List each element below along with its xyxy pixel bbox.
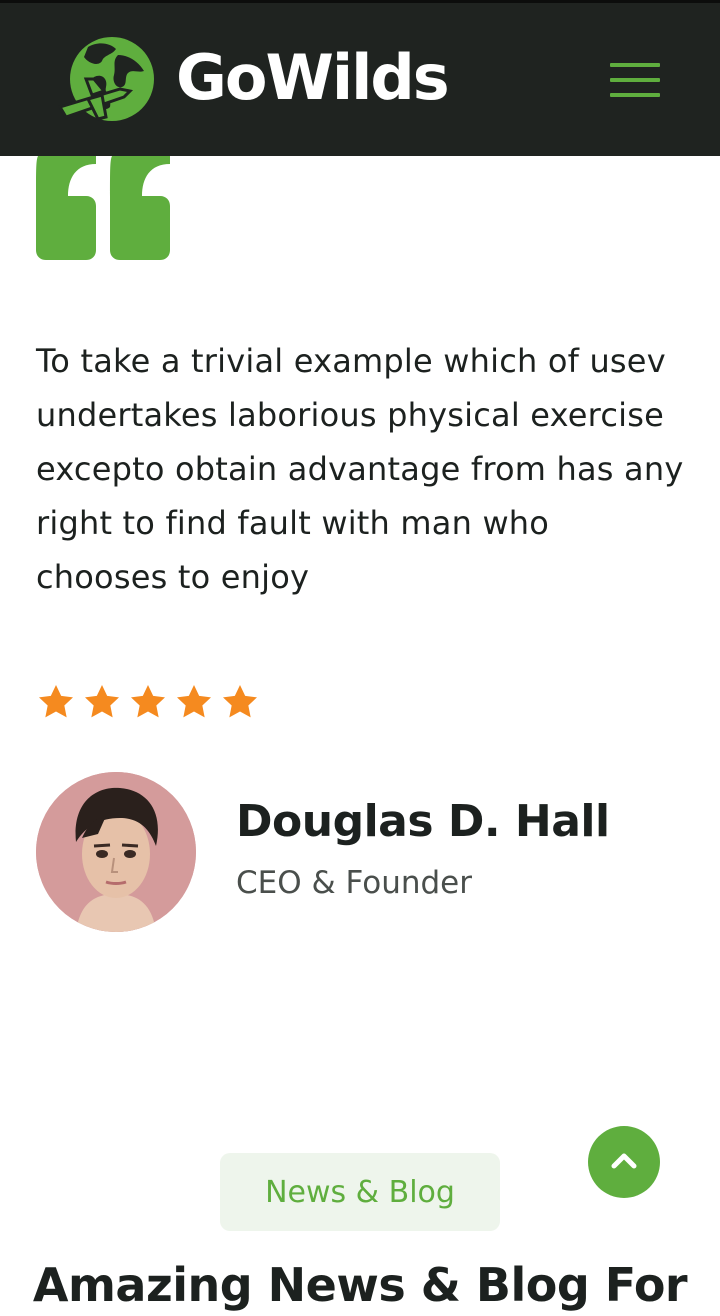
brand-name[interactable]: GoWilds	[176, 47, 450, 109]
quote-mark-icon	[36, 156, 172, 260]
testimonial-text: To take a trivial example which of usev …	[36, 342, 684, 596]
star-icon	[85, 685, 119, 718]
avatar	[36, 772, 196, 932]
star-icon	[223, 685, 257, 718]
site-header: GoWilds	[0, 0, 720, 156]
chevron-up-icon	[611, 1153, 637, 1169]
globe-plane-logo-icon[interactable]	[57, 33, 158, 129]
section-badge: News & Blog	[220, 1153, 500, 1231]
hamburger-menu-icon	[610, 63, 660, 67]
star-icon	[177, 685, 211, 718]
star-rating	[36, 682, 260, 722]
star-icon	[131, 685, 165, 718]
author-role: CEO & Founder	[236, 865, 472, 901]
star-icon	[39, 685, 73, 718]
menu-button[interactable]	[606, 59, 664, 103]
section-title: Amazing News & Blog For	[32, 1258, 688, 1312]
scroll-to-top-button[interactable]	[588, 1126, 660, 1198]
author-name: Douglas D. Hall	[236, 796, 610, 847]
